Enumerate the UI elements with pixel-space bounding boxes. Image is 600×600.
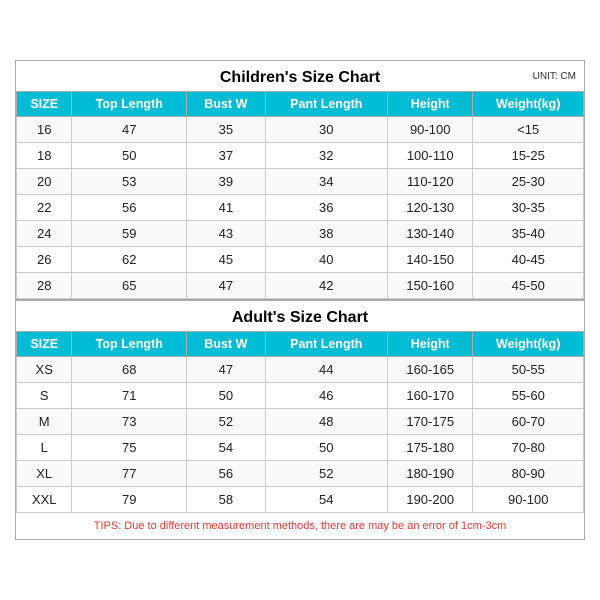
children-header-row: SIZE Top Length Bust W Pant Length Heigh… <box>17 92 584 117</box>
table-row: L755450175-18070-80 <box>17 435 584 461</box>
table-row: 28654742150-16045-50 <box>17 273 584 299</box>
unit-label: UNIT: CM <box>533 71 576 82</box>
col-height: Height <box>387 332 472 357</box>
col-top-length: Top Length <box>72 332 187 357</box>
col-bust-w: Bust W <box>187 92 265 117</box>
col-size: SIZE <box>17 92 72 117</box>
col-bust-w: Bust W <box>187 332 265 357</box>
col-height: Height <box>387 92 472 117</box>
adult-header-row: SIZE Top Length Bust W Pant Length Heigh… <box>17 332 584 357</box>
table-row: 20533934110-12025-30 <box>17 169 584 195</box>
table-row: 18503732100-11015-25 <box>17 143 584 169</box>
adult-section-title: Adult's Size Chart <box>16 299 584 331</box>
table-row: S715046160-17055-60 <box>17 383 584 409</box>
table-row: XL775652180-19080-90 <box>17 461 584 487</box>
table-row: 22564136120-13030-35 <box>17 195 584 221</box>
col-weight: Weight(kg) <box>473 332 584 357</box>
table-row: 1647353090-100<15 <box>17 117 584 143</box>
tips-text: TIPS: Due to different measurement metho… <box>16 513 584 539</box>
table-row: 26624540140-15040-45 <box>17 247 584 273</box>
adult-size-table: SIZE Top Length Bust W Pant Length Heigh… <box>16 331 584 513</box>
table-row: M735248170-17560-70 <box>17 409 584 435</box>
table-row: XXL795854190-20090-100 <box>17 487 584 513</box>
col-top-length: Top Length <box>72 92 187 117</box>
col-size: SIZE <box>17 332 72 357</box>
children-size-table: SIZE Top Length Bust W Pant Length Heigh… <box>16 91 584 299</box>
adult-title: Adult's Size Chart <box>232 309 368 326</box>
col-pant-length: Pant Length <box>265 92 387 117</box>
col-pant-length: Pant Length <box>265 332 387 357</box>
children-section-title: Children's Size Chart UNIT: CM <box>16 61 584 91</box>
table-row: 24594338130-14035-40 <box>17 221 584 247</box>
table-row: XS684744160-16550-55 <box>17 357 584 383</box>
size-chart-container: Children's Size Chart UNIT: CM SIZE Top … <box>15 60 585 540</box>
col-weight: Weight(kg) <box>473 92 584 117</box>
children-title: Children's Size Chart <box>220 69 380 86</box>
